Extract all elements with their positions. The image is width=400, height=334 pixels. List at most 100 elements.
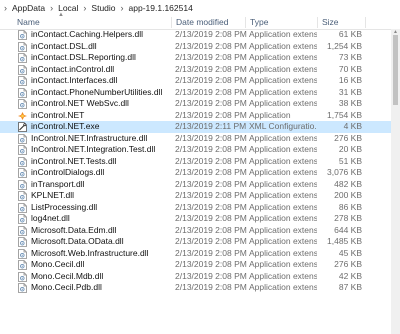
dll-icon xyxy=(18,41,27,52)
date-column-header[interactable]: Date modified xyxy=(176,15,228,29)
dll-icon xyxy=(18,87,27,98)
app-icon xyxy=(18,111,27,121)
name-column-header[interactable]: Name xyxy=(17,15,40,29)
size-column-header[interactable]: Size xyxy=(322,15,339,29)
file-row[interactable]: inContact.DSL.dll 2/13/2019 2:08 PM Applic… xyxy=(0,41,400,53)
file-size: 51 KB xyxy=(338,155,362,166)
file-row[interactable]: inContact.Interfaces.dll 2/13/2019 2:08 P… xyxy=(0,75,400,87)
breadcrumb-studio[interactable]: Studio xyxy=(90,3,116,13)
file-row[interactable]: log4net.dll 2/13/2019 2:08 PM Application … xyxy=(0,213,400,225)
file-type: Application xyxy=(249,109,291,120)
chevron-right-icon[interactable]: › xyxy=(79,3,90,13)
file-date-modified: 2/13/2019 2:08 PM xyxy=(175,178,247,189)
file-type: Application extens... xyxy=(249,75,317,85)
dll-icon xyxy=(18,145,27,155)
column-divider[interactable] xyxy=(365,17,366,28)
dll-icon xyxy=(18,283,27,293)
dll-icon xyxy=(18,214,27,224)
file-type: Application extens... xyxy=(249,86,317,97)
file-row[interactable]: Microsoft.Data.OData.dll 2/13/2019 2:08 P… xyxy=(0,236,400,248)
vertical-scrollbar[interactable]: ▲ xyxy=(391,29,400,334)
file-type: Application extens... xyxy=(249,201,317,212)
file-row[interactable]: ListProcessing.dll 2/13/2019 2:08 PM Appli… xyxy=(0,202,400,214)
file-row[interactable]: inContact.DSL.Reporting.dll 2/13/2019 2:0… xyxy=(0,52,400,64)
file-type: Application extens... xyxy=(249,224,317,235)
file-date-modified: 2/13/2019 2:08 PM xyxy=(175,236,247,246)
file-date-modified: 2/13/2019 2:08 PM xyxy=(175,52,247,62)
file-size: 42 KB xyxy=(338,270,362,281)
dll-icon xyxy=(18,156,27,167)
file-date-modified: 2/13/2019 2:08 PM xyxy=(175,213,247,223)
file-row[interactable]: inContact.PhoneNumberUtilities.dll 2/13/2… xyxy=(0,87,400,99)
file-row[interactable]: inContact.Caching.Helpers.dll 2/13/2019 2… xyxy=(0,29,400,41)
dll-icon xyxy=(18,202,27,213)
file-row[interactable]: inControl.NET WebSvc.dll 2/13/2019 2:08 P… xyxy=(0,98,400,110)
file-row[interactable]: inTransport.dll 2/13/2019 2:08 PM Applicat… xyxy=(0,179,400,191)
chevron-right-icon[interactable]: › xyxy=(46,3,57,13)
scrollbar-thumb[interactable] xyxy=(393,35,398,105)
breadcrumb-appdata[interactable]: AppData xyxy=(11,3,46,13)
file-size: 73 KB xyxy=(338,52,362,62)
file-row[interactable]: KPLNET.dll 2/13/2019 2:08 PM Application e… xyxy=(0,190,400,202)
file-row[interactable]: inControlDialogs.dll 2/13/2019 2:08 PM App… xyxy=(0,167,400,179)
file-date-modified: 2/13/2019 2:08 PM xyxy=(175,98,247,108)
file-name: Microsoft.Data.Edm.dll xyxy=(31,224,117,235)
file-row[interactable]: inControl.NET 2/13/2019 2:08 PM Applicatio… xyxy=(0,110,400,122)
file-size: 70 KB xyxy=(338,63,362,74)
file-type: Application extens... xyxy=(249,132,317,143)
file-size: 278 KB xyxy=(334,213,362,223)
dll-icon xyxy=(18,271,27,282)
file-type: Application extens... xyxy=(249,40,317,51)
file-name: inControl.NET.Tests.dll xyxy=(31,155,117,166)
file-row[interactable]: inControl.NET.Tests.dll 2/13/2019 2:08 PM… xyxy=(0,156,400,168)
dll-icon xyxy=(18,76,27,86)
file-size: 276 KB xyxy=(334,132,362,143)
file-size: 1,254 KB xyxy=(327,40,362,51)
file-row[interactable]: Microsoft.Data.Edm.dll 2/13/2019 2:08 PM A… xyxy=(0,225,400,237)
chevron-right-icon[interactable]: › xyxy=(117,3,128,13)
file-name: inContact.PhoneNumberUtilities.dll xyxy=(31,86,163,97)
dll-icon xyxy=(18,260,27,270)
file-row[interactable]: InControl.NET.Infrastructure.dll 2/13/201… xyxy=(0,133,400,145)
file-type: Application extens... xyxy=(249,282,317,292)
file-name: Mono.Cecil.Pdb.dll xyxy=(31,282,102,292)
file-row[interactable]: inContact.inControl.dll 2/13/2019 2:08 PM… xyxy=(0,64,400,76)
dll-icon xyxy=(18,225,27,236)
file-name: inContact.DSL.Reporting.dll xyxy=(31,52,136,62)
dll-icon xyxy=(18,168,27,178)
column-divider[interactable] xyxy=(245,17,246,28)
file-row[interactable]: Mono.Cecil.Pdb.dll 2/13/2019 2:08 PM Appli… xyxy=(0,282,400,294)
sort-up-icon: ▲ xyxy=(58,12,64,18)
file-date-modified: 2/13/2019 2:08 PM xyxy=(175,167,247,177)
file-type: Application extens... xyxy=(249,144,317,154)
file-date-modified: 2/13/2019 2:08 PM xyxy=(175,29,247,39)
file-type: Application extens... xyxy=(249,236,317,246)
file-row[interactable]: Microsoft.Web.Infrastructure.dll 2/13/201… xyxy=(0,248,400,260)
file-name: inContact.inControl.dll xyxy=(31,63,115,74)
file-size: 16 KB xyxy=(338,75,362,85)
file-name: log4net.dll xyxy=(31,213,70,223)
breadcrumb-app-folder[interactable]: app-19.1.162514 xyxy=(128,3,194,13)
file-date-modified: 2/13/2019 2:08 PM xyxy=(175,201,247,212)
file-row[interactable]: inControl.NET.exe 2/13/2019 2:11 PM XML Co… xyxy=(0,121,400,133)
file-date-modified: 2/13/2019 2:08 PM xyxy=(175,282,247,292)
file-date-modified: 2/13/2019 2:08 PM xyxy=(175,86,247,97)
file-size: 87 KB xyxy=(338,282,362,292)
dll-icon xyxy=(18,248,27,259)
type-column-header[interactable]: Type xyxy=(250,15,268,29)
column-header: ▲ Name Date modified Type Size xyxy=(0,12,400,30)
breadcrumb-local[interactable]: Local xyxy=(57,3,79,13)
file-size: 31 KB xyxy=(338,86,362,97)
file-row[interactable]: InControl.NET.Integration.Test.dll 2/13/2… xyxy=(0,144,400,156)
file-type: Application extens... xyxy=(249,259,317,269)
chevron-right-icon: › xyxy=(4,2,7,13)
file-type: Application extens... xyxy=(249,63,317,74)
file-date-modified: 2/13/2019 2:08 PM xyxy=(175,144,247,154)
file-date-modified: 2/13/2019 2:08 PM xyxy=(175,190,247,200)
column-divider[interactable] xyxy=(317,17,318,28)
file-name: ListProcessing.dll xyxy=(31,201,98,212)
file-type: Application extens... xyxy=(249,247,317,258)
file-row[interactable]: Mono.Cecil.Mdb.dll 2/13/2019 2:08 PM Appli… xyxy=(0,271,400,283)
column-divider[interactable] xyxy=(171,17,172,28)
file-row[interactable]: Mono.Cecil.dll 2/13/2019 2:08 PM Applicati… xyxy=(0,259,400,271)
